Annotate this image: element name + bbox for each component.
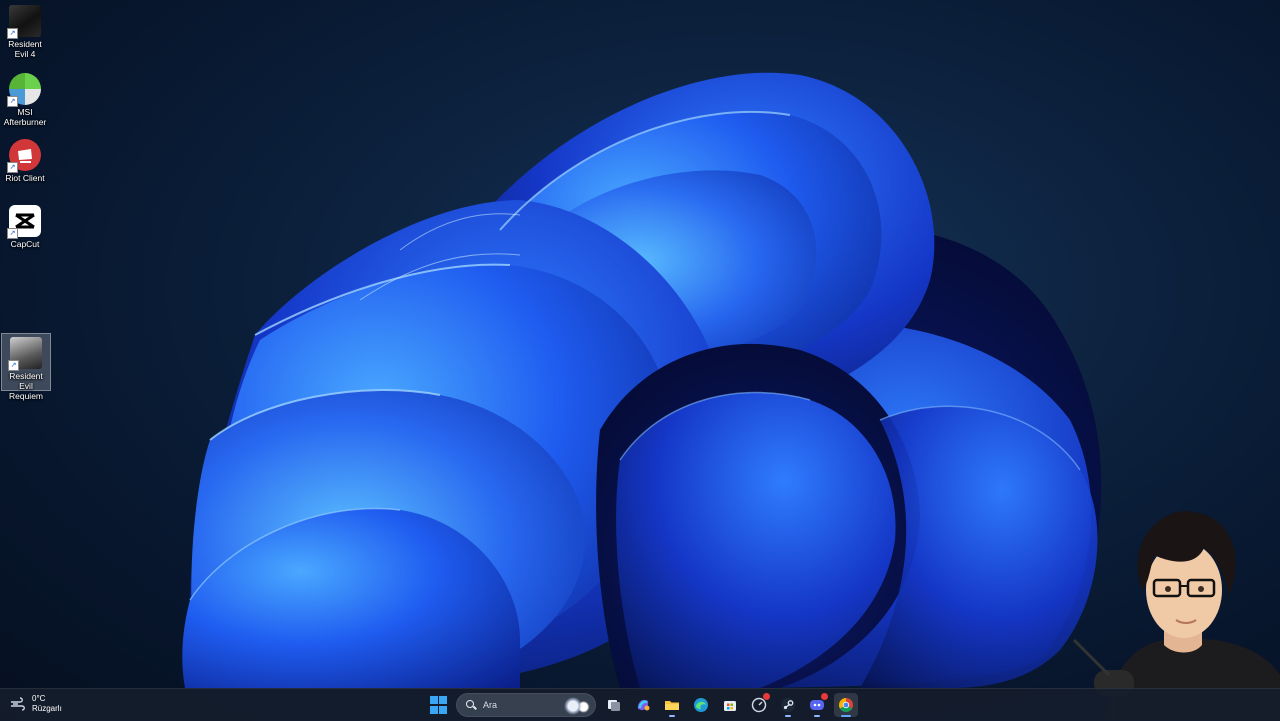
chrome-icon xyxy=(838,698,853,712)
desktop-icon-resident-evil-4[interactable]: ↗ Resident Evil 4 xyxy=(1,2,49,59)
store-icon xyxy=(723,701,736,711)
capcut-icon: ↗ xyxy=(7,205,41,239)
folder-icon xyxy=(664,701,679,710)
notification-badge xyxy=(762,693,770,700)
edge-button[interactable] xyxy=(689,693,713,717)
resident-evil-4-icon: ↗ xyxy=(7,5,41,39)
taskbar-search-box[interactable]: Ara xyxy=(456,693,596,717)
resident-evil-requiem-icon: ↗ xyxy=(8,337,42,371)
task-view-button[interactable] xyxy=(602,693,626,717)
discord-button[interactable] xyxy=(805,693,829,717)
taskbar: 0°C Rüzgarlı Ara xyxy=(0,688,1280,721)
copilot-icon xyxy=(637,699,649,711)
steam-button[interactable] xyxy=(776,693,800,717)
chrome-button[interactable] xyxy=(833,693,858,717)
weather-widget[interactable]: 0°C Rüzgarlı xyxy=(10,694,62,714)
weather-temp: 0°C xyxy=(32,694,46,703)
search-placeholder: Ara xyxy=(483,700,498,710)
app-with-badge-button[interactable] xyxy=(747,693,771,717)
search-highlight-icon xyxy=(561,697,591,715)
desktop-icon-label: Resident Evil 4 xyxy=(8,39,42,59)
desktop-icon-riot-client[interactable]: ↗ Riot Client xyxy=(1,136,49,183)
steam-icon xyxy=(780,698,795,712)
streamer-avatar-overlay xyxy=(1072,511,1280,720)
riot-client-icon: ↗ xyxy=(7,139,41,173)
windows-start-icon xyxy=(429,696,438,704)
windows-start-button[interactable] xyxy=(427,693,451,717)
desktop-icon-label: Resident Evil Requiem xyxy=(8,371,44,401)
weather-condition: Rüzgarlı xyxy=(32,704,62,713)
msi-afterburner-icon: ↗ xyxy=(7,73,41,107)
desktop-icon-label: Riot Client xyxy=(5,173,45,183)
desktop-icon-capcut[interactable]: ↗ CapCut xyxy=(1,202,49,249)
desktop-icon-label: MSI Afterburner xyxy=(3,107,47,127)
wind-icon xyxy=(10,697,26,711)
desktop-icon-label: CapCut xyxy=(10,239,40,249)
copilot-button[interactable] xyxy=(631,693,655,717)
taskbar-apps: Ara xyxy=(424,693,860,717)
file-explorer-button[interactable] xyxy=(660,693,684,717)
microsoft-store-button[interactable] xyxy=(718,693,742,717)
desktop-icon-resident-evil-requiem[interactable]: ↗ Resident Evil Requiem xyxy=(1,333,51,401)
search-icon xyxy=(465,699,477,711)
task-view-icon xyxy=(607,700,620,711)
desktop-icon-msi-afterburner[interactable]: ↗ MSI Afterburner xyxy=(1,70,49,127)
notification-badge xyxy=(820,693,828,700)
edge-icon xyxy=(693,698,708,712)
